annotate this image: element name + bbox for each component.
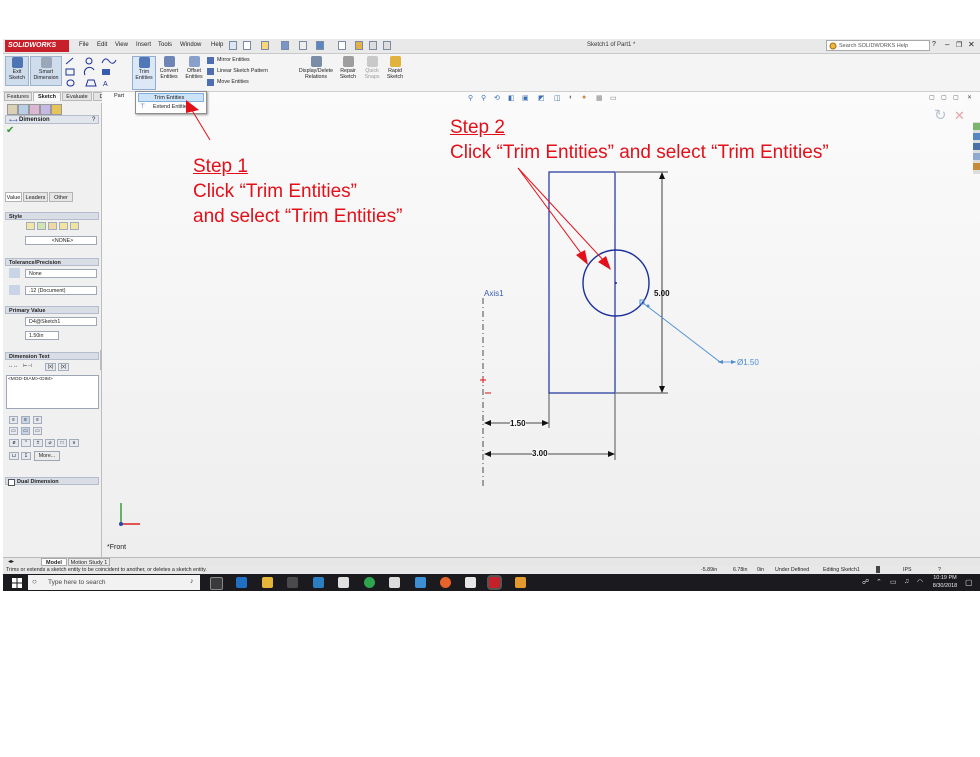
dim-diameter-label[interactable]: Ø1.50 [737, 358, 759, 367]
sketch-rectangle[interactable] [548, 171, 616, 394]
step1-title: Step 1 [193, 156, 248, 177]
leader-point [646, 304, 650, 308]
dim-offset-arrow-left [484, 420, 491, 426]
view-orientation-label: *Front [107, 544, 127, 551]
axis1-label[interactable]: Axis1 [484, 289, 504, 298]
dim-height-arrow-top [659, 172, 665, 179]
dim-width-label[interactable]: 3.00 [532, 449, 548, 458]
dim-height-label[interactable]: 5.00 [654, 289, 670, 298]
dim-offset-label[interactable]: 1.50 [510, 419, 526, 428]
step1-line1: Click “Trim Entities” [193, 181, 357, 202]
dim-height-arrow-bottom [659, 386, 665, 393]
sketch-overlay [119, 100, 736, 526]
step1-arrow-line [189, 106, 211, 141]
diameter-leader[interactable] [642, 302, 721, 363]
step1-arrowhead [186, 100, 199, 113]
circle-center [615, 282, 617, 284]
step2-arrowhead-1 [576, 250, 588, 265]
triad-origin [119, 522, 123, 526]
step2-title: Step 2 [450, 117, 505, 138]
step1-line2: and select “Trim Entities” [193, 206, 403, 227]
dim-width-arrow-right [608, 451, 615, 457]
dim-offset-arrow-right [542, 420, 549, 426]
step2-arrow-line-2 [517, 167, 606, 263]
step2-line1: Click “Trim Entities” and select “Trim E… [450, 142, 829, 163]
step2-arrowhead-2 [598, 256, 611, 270]
step2-arrow-line-1 [517, 167, 584, 257]
dim-width-arrow-left [484, 451, 491, 457]
diameter-arrow-2 [731, 360, 736, 364]
